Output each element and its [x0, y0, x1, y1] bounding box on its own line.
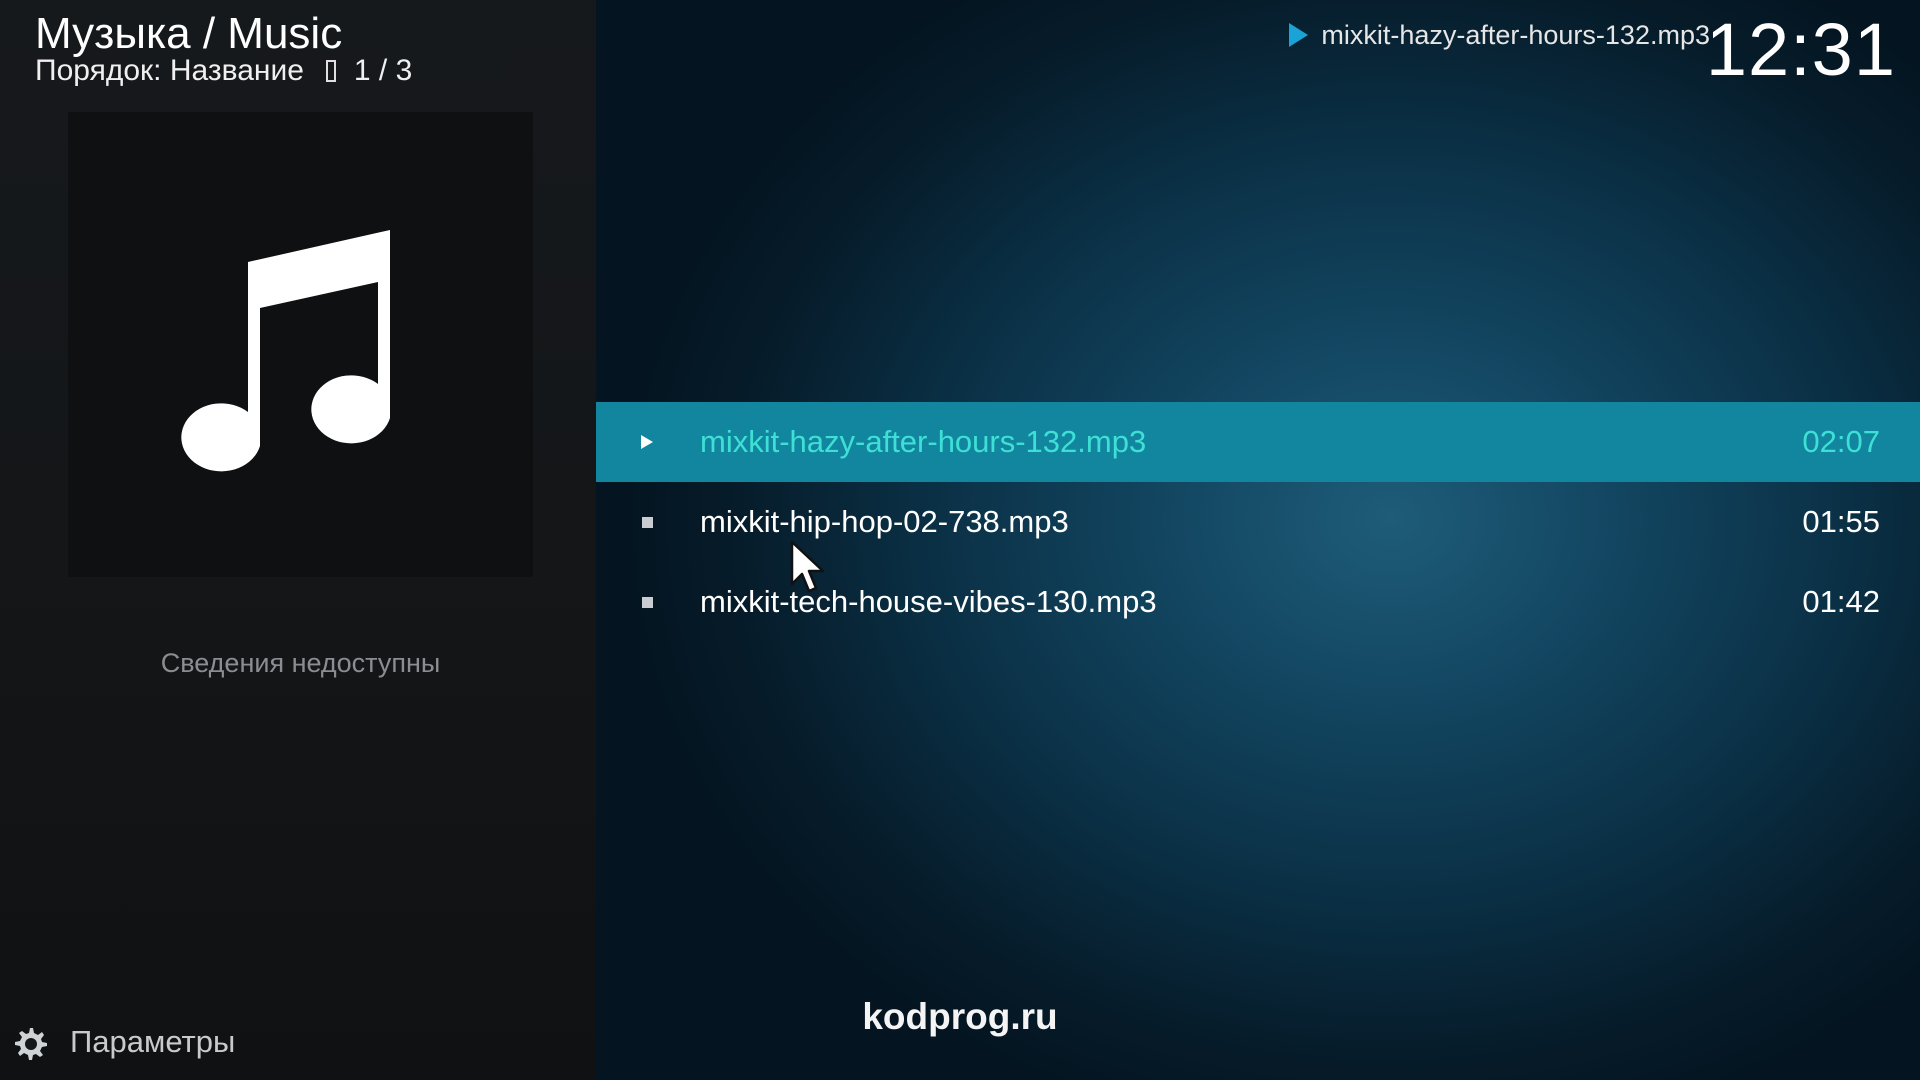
list-item[interactable]: mixkit-hazy-after-hours-132.mp3 02:07	[596, 402, 1920, 482]
now-playing-title: mixkit-hazy-after-hours-132.mp3	[1321, 19, 1710, 50]
stopped-icon	[638, 482, 656, 562]
file-name: mixkit-tech-house-vibes-130.mp3	[700, 584, 1157, 619]
no-info-text: Сведения недоступны	[160, 648, 441, 678]
file-duration: 01:55	[1802, 504, 1880, 539]
file-duration: 01:42	[1802, 584, 1880, 619]
settings-button[interactable]: Параметры	[12, 1020, 235, 1064]
sort-label: Порядок: Название	[35, 54, 304, 87]
file-duration: 02:07	[1802, 424, 1880, 459]
file-name: mixkit-hip-hop-02-738.mp3	[700, 504, 1069, 539]
gear-icon	[15, 1028, 47, 1060]
album-art	[68, 112, 533, 577]
settings-label: Параметры	[70, 1024, 236, 1059]
clock: 12:31	[1705, 8, 1896, 91]
playing-icon	[638, 402, 656, 482]
sort-info[interactable]: Порядок: Название 1 / 3	[35, 52, 412, 90]
sort-direction-icon	[325, 60, 336, 82]
play-icon	[1289, 23, 1309, 47]
file-list: mixkit-hazy-after-hours-132.mp3 02:07 mi…	[596, 402, 1920, 642]
stopped-icon	[638, 562, 656, 642]
mouse-cursor-icon	[790, 540, 825, 593]
file-name: mixkit-hazy-after-hours-132.mp3	[700, 424, 1147, 459]
item-position: 1 / 3	[353, 54, 413, 87]
music-note-icon	[181, 230, 390, 472]
now-playing[interactable]: mixkit-hazy-after-hours-132.mp3	[1287, 14, 1710, 56]
watermark: kodprog.ru	[862, 996, 1058, 1037]
